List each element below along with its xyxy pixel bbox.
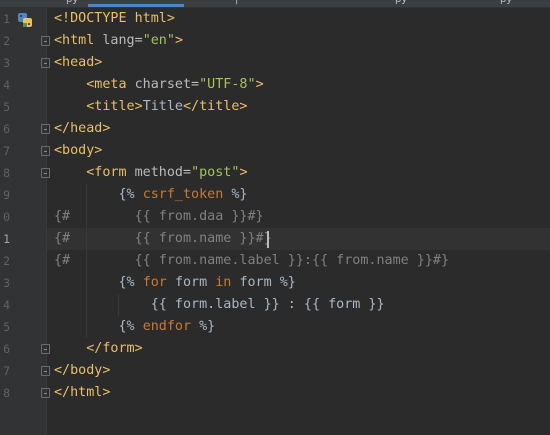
text-caret: [267, 231, 269, 248]
line-number: 8: [3, 386, 10, 400]
line-number: 3: [3, 276, 10, 290]
fold-marker-icon[interactable]: [41, 146, 50, 156]
line-number: 5: [3, 320, 10, 334]
code-line[interactable]: {% csrf_token %}: [54, 184, 248, 206]
code-line[interactable]: <body>: [54, 140, 102, 162]
line-number: 1: [3, 232, 10, 246]
code-token: <html: [54, 33, 103, 48]
code-token: %}: [199, 319, 216, 334]
code-token: >: [174, 33, 183, 48]
code-token: Title: [142, 99, 183, 114]
line-number: 2: [3, 34, 10, 48]
code-token: </form>: [86, 341, 143, 356]
line-number: 8: [3, 166, 10, 180]
editor-tab-bar[interactable]: py | py py: [0, 0, 550, 8]
line-number: 6: [3, 122, 10, 136]
code-line[interactable]: </form>: [54, 338, 143, 360]
code-token: "UTF-8": [199, 77, 256, 92]
line-number: 5: [3, 100, 10, 114]
code-editor[interactable]: py | py py 1 2 3 4 5 6 7 8 9 0 1 2 3 4 5 6 7 8 <!DOCTYPE …: [0, 0, 550, 435]
code-token: </body>: [54, 363, 111, 378]
code-token: <form: [86, 165, 135, 180]
line-number: 2: [3, 254, 10, 268]
code-token: <title>: [86, 99, 143, 114]
code-token: in: [215, 275, 240, 290]
tab-fragment[interactable]: py: [500, 0, 512, 5]
code-line[interactable]: {% for form in form %}: [54, 272, 296, 294]
code-token: <head>: [54, 55, 103, 70]
line-number: 7: [3, 364, 10, 378]
code-token: {# {{ from.name }}#}: [54, 231, 272, 246]
code-token: charset=: [134, 77, 200, 92]
tab-fragment[interactable]: py: [395, 0, 407, 5]
code-line[interactable]: <!DOCTYPE html>: [54, 8, 175, 30]
code-token: "en": [142, 33, 175, 48]
code-line[interactable]: <title>Title</title>: [54, 96, 248, 118]
code-token: endfor: [142, 319, 200, 334]
code-line[interactable]: {# {{ from.name.label }}:{{ from.name }}…: [54, 250, 449, 272]
python-django-icon: [18, 13, 32, 27]
code-line[interactable]: </head>: [54, 118, 110, 140]
code-token: {%: [118, 275, 143, 290]
code-token: <!DOCTYPE html>: [54, 11, 175, 26]
tab-fragment[interactable]: |: [235, 0, 238, 5]
code-token: {{ form.label }} : {{ form }}: [150, 297, 385, 312]
code-token: %}: [223, 187, 248, 202]
code-token: {%: [118, 319, 143, 334]
code-token: method=: [134, 165, 192, 180]
fold-marker-icon[interactable]: [41, 168, 50, 178]
code-line[interactable]: {# {{ from.name }}#}: [54, 228, 272, 250]
code-line[interactable]: <html lang="en">: [54, 30, 183, 52]
code-token: {%: [118, 187, 143, 202]
code-token: "post": [191, 165, 240, 180]
code-token: form %}: [239, 275, 296, 290]
line-number: 7: [3, 144, 10, 158]
line-number: 9: [3, 188, 10, 202]
fold-marker-icon[interactable]: [41, 388, 50, 398]
code-token: </head>: [54, 121, 111, 136]
code-line[interactable]: {% endfor %}: [54, 316, 216, 338]
code-line[interactable]: <head>: [54, 52, 102, 74]
code-token: </html>: [54, 385, 111, 400]
fold-marker-icon[interactable]: [41, 124, 50, 134]
fold-marker-icon[interactable]: [41, 344, 50, 354]
tab-fragment[interactable]: py: [66, 0, 78, 5]
code-line[interactable]: {{ form.label }} : {{ form }}: [54, 294, 385, 316]
line-number: 6: [3, 342, 10, 356]
code-line[interactable]: </html>: [54, 382, 110, 404]
line-number: 0: [3, 210, 10, 224]
line-number: 1: [3, 12, 10, 26]
fold-marker-icon[interactable]: [41, 36, 50, 46]
fold-marker-icon[interactable]: [41, 58, 50, 68]
active-tab-indicator[interactable]: [88, 4, 184, 7]
code-token: lang=: [102, 33, 143, 48]
code-token: {# {{ from.name.label }}:{{ from.name }}…: [54, 253, 450, 268]
code-token: csrf_token: [142, 187, 224, 202]
line-number: 3: [3, 56, 10, 70]
line-number: 4: [3, 298, 10, 312]
code-line[interactable]: <meta charset="UTF-8">: [54, 74, 264, 96]
code-line[interactable]: {# {{ from.daa }}#}: [54, 206, 264, 228]
line-number: 4: [3, 78, 10, 92]
code-token: {# {{ from.daa }}#}: [54, 209, 264, 224]
code-line[interactable]: </body>: [54, 360, 110, 382]
code-line[interactable]: <form method="post">: [54, 162, 248, 184]
code-token: <meta: [86, 77, 135, 92]
code-token: >: [239, 165, 248, 180]
code-token: form: [174, 275, 216, 290]
code-token: for: [142, 275, 175, 290]
code-token: <body>: [54, 143, 103, 158]
code-token: </title>: [183, 99, 248, 114]
fold-marker-icon[interactable]: [41, 366, 50, 376]
code-token: >: [255, 77, 264, 92]
